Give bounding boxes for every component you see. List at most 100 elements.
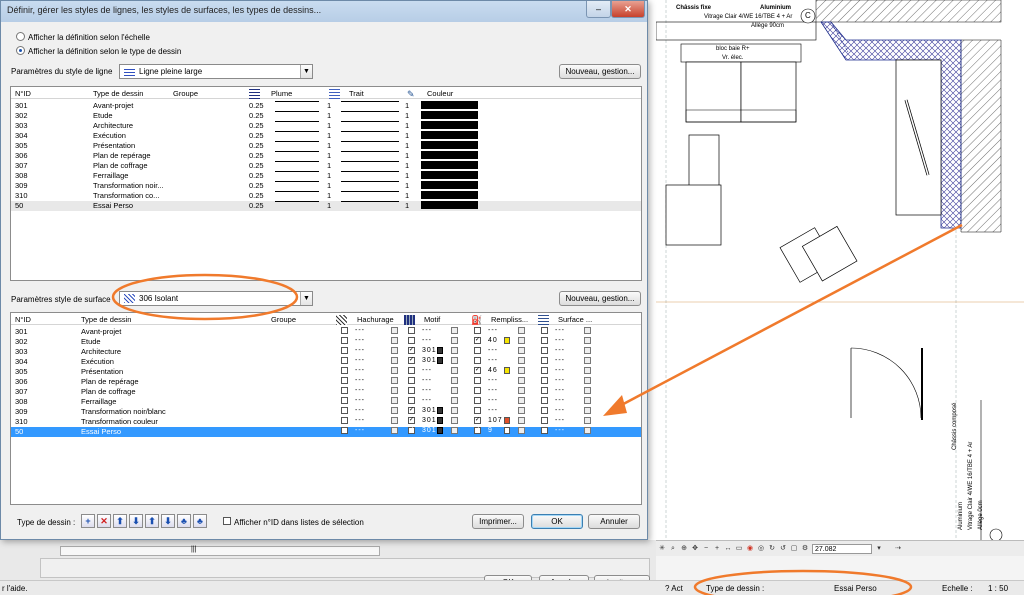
table-row[interactable]: 306 Plan de repérage --- --- --- --- — [11, 377, 641, 387]
hatch-edit-button[interactable] — [391, 327, 398, 334]
surface-edit-button[interactable] — [584, 387, 591, 394]
pattern-checkbox[interactable] — [408, 347, 415, 354]
move-down-button[interactable]: ⬇ — [161, 514, 175, 528]
show-id-checkbox[interactable] — [223, 517, 231, 525]
fill-edit-button[interactable] — [518, 387, 525, 394]
minus-icon[interactable]: − — [702, 545, 710, 553]
fill-edit-button[interactable] — [518, 327, 525, 334]
line-manage-button[interactable]: Nouveau, gestion... — [559, 64, 641, 79]
pattern-edit-button[interactable] — [451, 417, 458, 424]
surface-edit-button[interactable] — [584, 407, 591, 414]
surface-style-table[interactable]: N°ID Type de dessin Groupe Hachurage Mot… — [10, 312, 642, 505]
hatch-checkbox[interactable] — [341, 387, 348, 394]
pattern-checkbox[interactable] — [408, 377, 415, 384]
line-style-select[interactable]: Ligne pleine large ▼ — [119, 64, 313, 79]
fill-checkbox[interactable] — [474, 397, 481, 404]
eye-icon[interactable]: ◎ — [757, 545, 765, 553]
snap-icon[interactable]: ✳ — [658, 545, 666, 553]
table-row[interactable]: 310 Transformation couleur --- 301 107 --- — [11, 417, 641, 427]
hatch-checkbox[interactable] — [341, 347, 348, 354]
table-row[interactable]: 301 Avant-projet --- --- --- --- — [11, 327, 641, 337]
hatch-checkbox[interactable] — [341, 397, 348, 404]
zoom-dropdown-icon[interactable]: ▾ — [875, 545, 883, 553]
export-button[interactable]: ♣ — [193, 514, 207, 528]
cancel-button[interactable]: Annuler — [588, 514, 640, 529]
col-pattern[interactable]: Motif — [424, 315, 440, 324]
hatch-checkbox[interactable] — [341, 337, 348, 344]
line-style-table[interactable]: N°ID Type de dessin Groupe Plume Trait ✎… — [10, 86, 642, 281]
radio-scale-label[interactable]: Afficher la définition selon l'échelle — [28, 33, 150, 42]
chevron-down-icon[interactable]: ▼ — [300, 292, 312, 305]
col-type[interactable]: Type de dessin — [81, 315, 131, 324]
table-row[interactable]: 50 Essai Perso 0.25 1 1 — [11, 201, 641, 211]
fill-checkbox[interactable] — [474, 347, 481, 354]
table-row[interactable]: 308 Ferraillage 0.25 1 1 — [11, 171, 641, 181]
surface-checkbox[interactable] — [541, 357, 548, 364]
dialog-titlebar[interactable]: Définir, gérer les styles de lignes, les… — [1, 1, 647, 22]
table-row[interactable]: 307 Plan de coffrage 0.25 1 1 — [11, 161, 641, 171]
print-button[interactable]: Imprimer... — [472, 514, 524, 529]
hatch-checkbox[interactable] — [341, 357, 348, 364]
fill-edit-button[interactable] — [518, 337, 525, 344]
surface-checkbox[interactable] — [541, 387, 548, 394]
table-row[interactable]: 304 Exécution 0.25 1 1 — [11, 131, 641, 141]
table-row[interactable]: 307 Plan de coffrage --- --- --- --- — [11, 387, 641, 397]
ok-button[interactable]: OK — [531, 514, 583, 529]
fill-edit-button[interactable] — [518, 417, 525, 424]
pattern-checkbox[interactable] — [408, 367, 415, 374]
minimize-button[interactable]: – — [586, 1, 611, 18]
zoom-icon[interactable]: ⌕ — [669, 545, 677, 553]
radio-drawing-type[interactable] — [16, 46, 25, 55]
col-type[interactable]: Type de dessin — [93, 89, 143, 98]
move-icon[interactable]: ✥ — [691, 545, 699, 553]
background-scrollbar[interactable]: ||| — [60, 546, 380, 556]
col-id[interactable]: N°ID — [15, 89, 31, 98]
move-up-button[interactable]: ⬆ — [145, 514, 159, 528]
radio-drawing-type-label[interactable]: Afficher la définition selon le type de … — [28, 47, 181, 56]
surface-checkbox[interactable] — [541, 327, 548, 334]
hatch-checkbox[interactable] — [341, 427, 348, 434]
pattern-edit-button[interactable] — [451, 397, 458, 404]
fill-checkbox[interactable] — [474, 417, 481, 424]
surface-checkbox[interactable] — [541, 337, 548, 344]
cad-drawing-area[interactable]: Châssis fixe Aluminium Vitrage Clair 4/W… — [656, 0, 1024, 540]
surface-edit-button[interactable] — [584, 337, 591, 344]
fill-edit-button[interactable] — [518, 427, 525, 434]
pattern-edit-button[interactable] — [451, 367, 458, 374]
surface-checkbox[interactable] — [541, 417, 548, 424]
pattern-edit-button[interactable] — [451, 427, 458, 434]
col-hatch[interactable]: Hachurage — [357, 315, 394, 324]
pattern-edit-button[interactable] — [451, 327, 458, 334]
col-group[interactable]: Groupe — [173, 89, 198, 98]
hatch-edit-button[interactable] — [391, 337, 398, 344]
surface-edit-button[interactable] — [584, 367, 591, 374]
pattern-checkbox[interactable] — [408, 417, 415, 424]
surface-edit-button[interactable] — [584, 327, 591, 334]
hatch-edit-button[interactable] — [391, 407, 398, 414]
surface-edit-button[interactable] — [584, 417, 591, 424]
fill-edit-button[interactable] — [518, 377, 525, 384]
frame-icon[interactable]: ▢ — [790, 545, 798, 553]
table-row[interactable]: 306 Plan de repérage 0.25 1 1 — [11, 151, 641, 161]
arrow-right-icon[interactable]: ⇢ — [894, 545, 902, 553]
pattern-checkbox[interactable] — [408, 357, 415, 364]
table-row[interactable]: 301 Avant-projet 0.25 1 1 — [11, 101, 641, 111]
move-bottom-button[interactable]: ⬇ — [129, 514, 143, 528]
pattern-checkbox[interactable] — [408, 387, 415, 394]
hatch-edit-button[interactable] — [391, 417, 398, 424]
surface-manage-button[interactable]: Nouveau, gestion... — [559, 291, 641, 306]
close-button[interactable]: ✕ — [611, 1, 645, 18]
add-type-button[interactable]: + — [81, 514, 95, 528]
pattern-checkbox[interactable] — [408, 337, 415, 344]
surface-edit-button[interactable] — [584, 357, 591, 364]
pattern-edit-button[interactable] — [451, 387, 458, 394]
rotate-icon[interactable]: ↻ — [768, 545, 776, 553]
pattern-edit-button[interactable] — [451, 337, 458, 344]
zoom-active-icon[interactable]: ◉ — [746, 545, 754, 553]
surface-edit-button[interactable] — [584, 427, 591, 434]
status-scale-value[interactable]: 1 : 50 — [988, 584, 1008, 593]
fill-checkbox[interactable] — [474, 337, 481, 344]
col-group[interactable]: Groupe — [271, 315, 296, 324]
table-row[interactable]: 305 Présentation 0.25 1 1 — [11, 141, 641, 151]
table-row[interactable]: 305 Présentation --- --- 46 --- — [11, 367, 641, 377]
